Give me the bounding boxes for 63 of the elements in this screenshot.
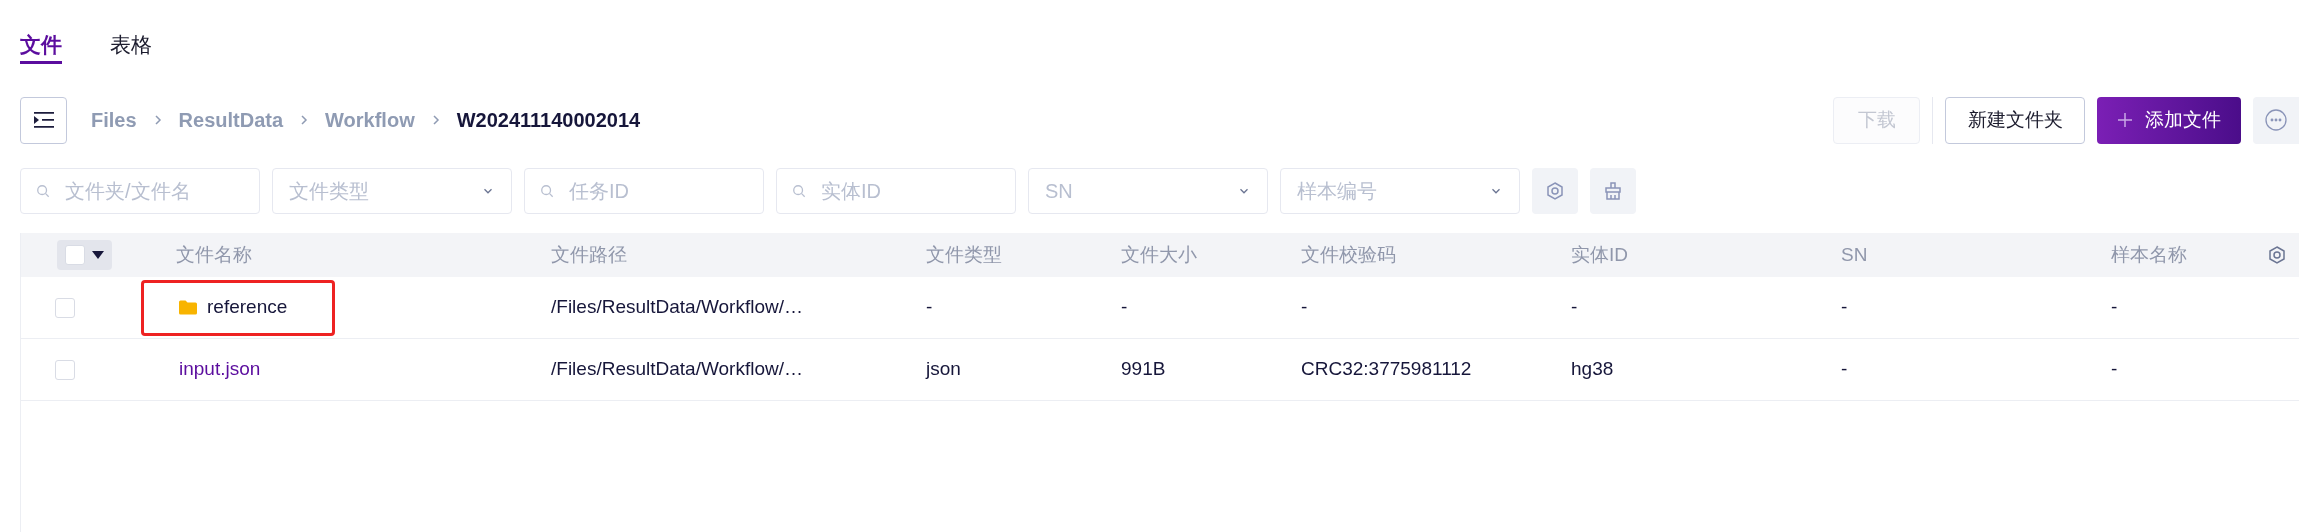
chevron-right-icon [430, 113, 441, 127]
column-header: 文件名称 [176, 242, 253, 267]
search-field[interactable]: 任务ID [524, 168, 764, 214]
table-cell-text: - [926, 295, 934, 320]
toolbar-button[interactable]: 新建文件夹 [1945, 96, 2085, 144]
breadcrumb-item[interactable]: Workflow [325, 105, 415, 135]
settings-icon [2267, 245, 2287, 265]
select-placeholder: SN [1045, 179, 1073, 204]
search-field[interactable]: 文件夹/文件名 [20, 168, 260, 214]
select-placeholder: 文件类型 [289, 179, 369, 204]
table-cell-text: - [1841, 295, 1849, 320]
brush-icon [1603, 181, 1623, 201]
folder-icon [179, 300, 197, 315]
table-cell-text: /Files/ResultData/Workflow/… [551, 357, 804, 382]
table-cell-text: - [1121, 295, 1129, 320]
settings-button[interactable] [1532, 168, 1578, 214]
select-placeholder: 样本编号 [1297, 179, 1377, 204]
clear-button[interactable] [1590, 168, 1636, 214]
folder-name[interactable]: reference [207, 293, 288, 322]
chevron-right-icon [299, 113, 310, 127]
more-icon [2265, 109, 2287, 131]
tab[interactable]: 文件 [20, 28, 62, 64]
file-link[interactable]: input.json [179, 355, 261, 384]
column-header: 文件校验码 [1301, 242, 1397, 267]
breadcrumb-item: W202411140002014 [456, 108, 641, 133]
checkbox[interactable] [55, 359, 75, 380]
more-button[interactable] [2253, 96, 2299, 144]
column-header: 样本名称 [2111, 242, 2188, 267]
table-cell-text: - [1841, 357, 1849, 382]
indent-icon [33, 112, 54, 128]
search-field[interactable]: 实体ID [776, 168, 1016, 214]
search-icon [36, 184, 50, 198]
checkbox[interactable] [55, 297, 75, 318]
select-all-dropdown[interactable] [57, 240, 112, 270]
table-cell-text: - [2111, 295, 2119, 320]
caret-down-icon [92, 250, 104, 260]
select-field[interactable]: 样本编号 [1280, 168, 1520, 214]
table-cell-text: /Files/ResultData/Workflow/… [551, 295, 804, 320]
search-icon [540, 184, 554, 198]
table-cell-text: - [1301, 295, 1309, 320]
sidebar-toggle-button[interactable] [20, 96, 67, 144]
checkbox[interactable] [65, 245, 85, 265]
column-header: SN [1841, 242, 1869, 267]
tab[interactable]: 表格 [110, 28, 152, 64]
column-header: 文件路径 [551, 242, 628, 267]
select-field[interactable]: SN [1028, 168, 1268, 214]
column-header: 文件大小 [1121, 242, 1198, 267]
breadcrumb-item[interactable]: Files [91, 105, 137, 135]
table-cell-text: CRC32:3775981112 [1301, 357, 1473, 382]
table-cell-text: 991B [1121, 357, 1167, 382]
chevron-right-icon [152, 113, 163, 127]
table-cell-text: - [1571, 295, 1579, 320]
breadcrumb-item[interactable]: ResultData [178, 105, 284, 135]
column-header: 实体ID [1571, 242, 1629, 267]
table-cell-text: hg38 [1571, 357, 1615, 382]
settings-icon [1545, 181, 1565, 201]
add-file-button[interactable]: 添加文件 [2097, 96, 2241, 144]
table-cell-text: json [926, 357, 962, 382]
table-cell-text: - [2111, 357, 2119, 382]
select-field[interactable]: 文件类型 [272, 168, 512, 214]
plus-icon [2117, 112, 2133, 128]
column-header: 文件类型 [926, 242, 1003, 267]
search-icon [792, 184, 806, 198]
